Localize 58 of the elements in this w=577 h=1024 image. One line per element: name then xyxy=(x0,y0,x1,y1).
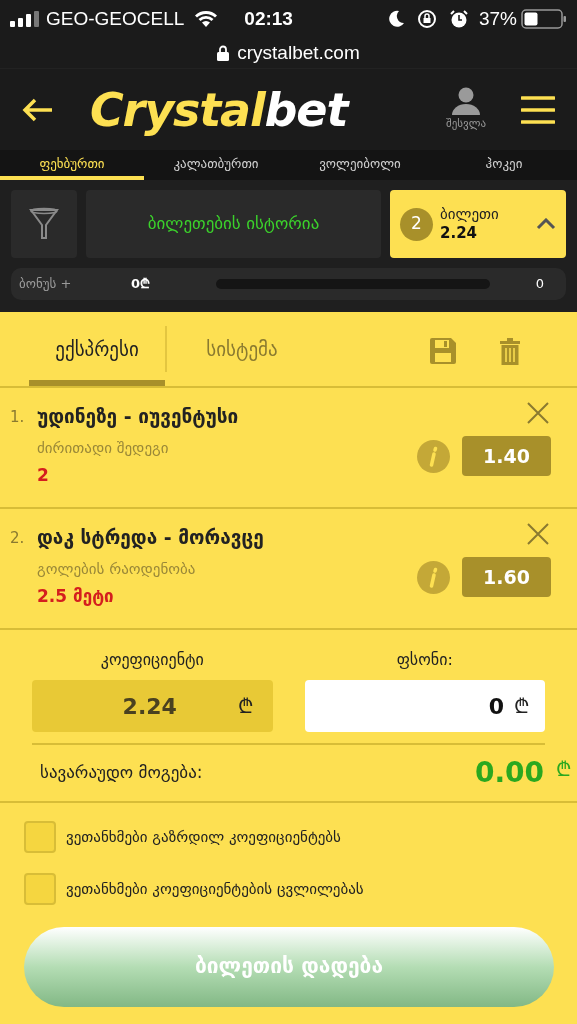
ticket-count: 2 xyxy=(400,207,433,241)
url-text[interactable]: crystalbet.com xyxy=(237,38,360,68)
bet-number: 2. xyxy=(10,528,26,549)
stake-input[interactable]: 0 ₾ xyxy=(304,680,545,732)
sport-tab[interactable]: ჰოკეი xyxy=(432,150,576,180)
agreement-checkbox[interactable] xyxy=(24,873,56,905)
bonus-label: ბონუს + xyxy=(19,275,73,294)
alarm-icon xyxy=(448,9,469,29)
signal-icon xyxy=(10,11,40,27)
battery-icon xyxy=(521,8,567,30)
agreement-label: ვეთანხმები კოეფიციენტების ცვლილებას xyxy=(66,878,364,900)
stake-label: ფსონი: xyxy=(396,649,453,671)
agreement-checkbox[interactable] xyxy=(24,821,56,853)
match-name: უდინეზე - იუვენტუსი xyxy=(37,404,240,430)
filter-button[interactable] xyxy=(11,190,77,258)
ticket-odds: 2.24 xyxy=(440,224,477,243)
info-icon[interactable] xyxy=(417,439,450,473)
menu-icon[interactable] xyxy=(521,94,555,125)
funnel-icon xyxy=(29,207,59,241)
rotation-lock-icon xyxy=(416,9,437,29)
lock-icon xyxy=(217,45,230,61)
back-arrow-icon[interactable] xyxy=(22,96,54,123)
ticket-button[interactable]: 2 ბილეთი 2.24 xyxy=(390,190,566,258)
lari-sign: ₾ xyxy=(514,693,529,720)
lari-sign: ₾ xyxy=(556,756,571,783)
clock-time: 02:13 xyxy=(244,6,293,31)
market-name: გოლების რაოდენობა xyxy=(37,558,197,580)
coefficient-label: კოეფიციენტი xyxy=(100,649,204,671)
ticket-label: ბილეთი xyxy=(440,205,499,224)
bet-pick: 2.5 მეტი xyxy=(37,585,115,608)
wifi-icon xyxy=(194,10,219,28)
slip-tab[interactable]: ექსპრესი xyxy=(29,312,165,386)
potential-win-label: სავარაუდო მოგება: xyxy=(39,761,203,785)
ticket-history-button[interactable]: ბილეთების ისტორია xyxy=(86,190,381,258)
info-icon[interactable] xyxy=(417,560,450,594)
carrier-name: GEO-GEOCELL xyxy=(46,6,185,31)
battery-percent: 37% xyxy=(478,6,517,31)
save-icon[interactable] xyxy=(430,338,456,364)
bonus-count: 0 xyxy=(535,275,544,294)
bonus-amount: 0₾ xyxy=(131,275,152,294)
close-icon[interactable] xyxy=(527,523,549,545)
stake-value: 0 xyxy=(488,692,504,721)
potential-win-value: 0.00 xyxy=(474,755,544,791)
login-button[interactable]: შესვლა xyxy=(441,86,491,133)
sport-tab[interactable]: კალათბურთი xyxy=(144,150,288,180)
match-name: დაკ სტრედა - მორავცე xyxy=(37,525,265,551)
close-icon[interactable] xyxy=(527,402,549,424)
moon-icon xyxy=(388,10,405,28)
coefficient-value: 2.24 xyxy=(121,692,178,721)
lari-sign: ₾ xyxy=(237,693,253,720)
chevron-up-icon xyxy=(536,218,556,230)
agreement-label: ვეთანხმები გაზრდილ კოეფიციენტებს xyxy=(66,826,341,848)
user-icon xyxy=(451,86,481,117)
trash-icon[interactable] xyxy=(500,337,520,365)
sport-tab[interactable]: ვოლეიბოლი xyxy=(288,150,432,180)
market-name: ძირითადი შედეგი xyxy=(37,437,170,459)
bet-pick: 2 xyxy=(37,464,50,487)
bet-number: 1. xyxy=(10,407,26,428)
